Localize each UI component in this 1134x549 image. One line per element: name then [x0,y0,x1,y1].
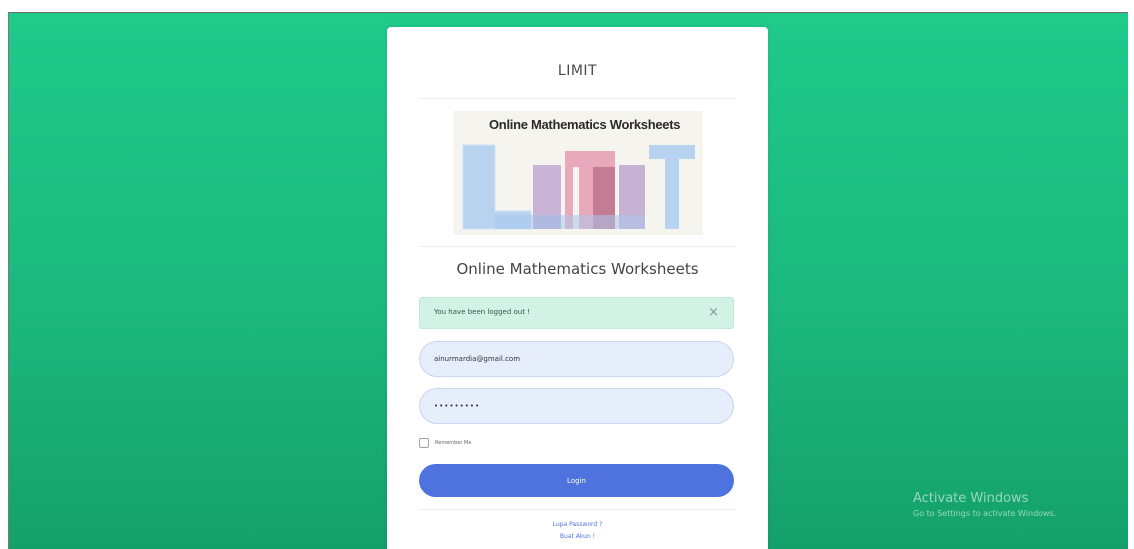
windows-activation-watermark: Activate Windows Go to Settings to activ… [913,491,1056,518]
email-field[interactable] [419,341,734,377]
remember-label: Remember Me [435,440,472,446]
remember-checkbox[interactable] [419,438,429,448]
login-button[interactable]: Login [419,464,734,497]
divider [419,509,736,510]
logo-caption: Online Mathematics Worksheets [489,117,681,132]
close-icon[interactable]: × [708,305,719,320]
alert-message: You have been logged out ! [434,308,530,316]
forgot-password-link[interactable]: Lupa Password ? [387,521,768,528]
password-field[interactable] [419,388,734,424]
card-title: LIMIT [557,63,598,79]
page-subtitle: Online Mathematics Worksheets [456,260,699,278]
limit-logo: Online Mathematics Worksheets [453,111,703,235]
remember-me[interactable]: Remember Me [419,438,471,448]
create-account-link[interactable]: Buat Akun ! [387,533,768,540]
divider [419,98,736,99]
app-background: LIMIT Online Mathematics Worksheets Onli… [8,12,1128,549]
watermark-subtitle: Go to Settings to activate Windows. [913,509,1057,518]
watermark-title: Activate Windows [913,491,1029,506]
logout-alert: You have been logged out ! × [419,297,734,329]
divider [419,246,736,247]
login-card: LIMIT Online Mathematics Worksheets Onli… [387,27,768,549]
